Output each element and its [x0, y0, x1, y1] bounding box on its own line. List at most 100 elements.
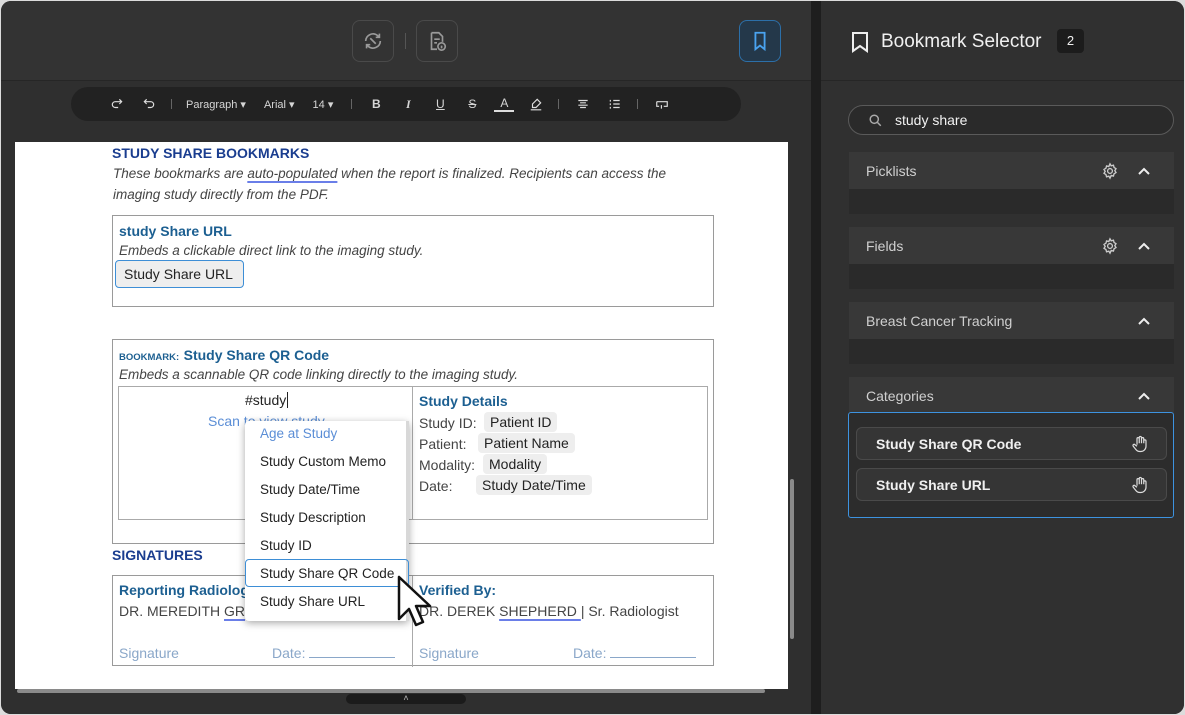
left-date-label: Date:	[272, 645, 396, 661]
intro-line-1: These bookmarks are auto-populated when …	[113, 166, 667, 181]
panel-title: Bookmark Selector	[881, 31, 1042, 52]
detail-label-patient: Patient:	[419, 436, 467, 452]
dropdown-item[interactable]: Study Custom Memo	[260, 454, 386, 469]
section-title: Categories	[866, 388, 934, 404]
list-icon[interactable]	[605, 93, 625, 115]
toolbar-divider	[171, 99, 172, 109]
bookmark-toggle-button[interactable]	[739, 20, 781, 62]
category-label: Study Share URL	[876, 477, 991, 493]
search-icon	[869, 114, 882, 127]
document-info-icon	[430, 31, 447, 51]
gear-icon[interactable]	[1101, 162, 1119, 180]
dropdown-item[interactable]: Age at Study	[260, 426, 337, 441]
drag-hand-icon[interactable]	[1131, 476, 1149, 494]
url-block-title: study Share URL	[119, 223, 232, 239]
sync-button[interactable]	[352, 20, 394, 62]
bookmark-icon	[754, 31, 766, 52]
section-picklists: Picklists	[849, 152, 1174, 214]
verified-by-name: DR. DEREK SHEPHERD | Sr. Radiologist	[419, 603, 679, 619]
highlight-icon[interactable]	[526, 93, 546, 115]
bookmark-search[interactable]	[848, 105, 1174, 135]
insert-field-icon[interactable]	[652, 93, 672, 115]
format-toolbar: Paragraph ▾ Arial ▾ 14 ▾ B I U S A	[71, 87, 741, 121]
undo-icon[interactable]	[139, 93, 159, 115]
horizontal-scrollbar[interactable]	[17, 689, 765, 693]
pane-divider[interactable]	[811, 1, 821, 714]
sync-off-icon	[364, 33, 382, 49]
section-title: Breast Cancer Tracking	[866, 313, 1013, 329]
chevron-up-icon[interactable]	[1137, 314, 1151, 328]
study-share-qr-block: BOOKMARK: Study Share QR Code Embeds a s…	[112, 339, 714, 544]
section-breast-cancer-tracking: Breast Cancer Tracking	[849, 302, 1174, 364]
detail-label-date: Date:	[419, 478, 453, 494]
expand-handle[interactable]: ˄	[346, 694, 466, 704]
bookmark-prefix: BOOKMARK:	[119, 352, 180, 363]
section-header[interactable]: Fields	[849, 227, 1174, 264]
right-date-label: Date:	[573, 645, 697, 661]
bookmark-icon	[852, 32, 868, 53]
dropdown-item-selected[interactable]: Study Share QR Code	[260, 566, 394, 581]
font-size-select[interactable]: 14 ▾	[313, 98, 334, 111]
category-item-study-share-url[interactable]: Study Share URL	[856, 468, 1167, 501]
dropdown-item[interactable]: Study Description	[260, 510, 366, 525]
dropdown-item[interactable]: Study Share URL	[260, 594, 365, 609]
detail-label-study-id: Study ID:	[419, 415, 477, 431]
gear-icon[interactable]	[1101, 237, 1119, 255]
vertical-scrollbar[interactable]	[790, 479, 794, 639]
align-center-icon[interactable]	[573, 93, 593, 115]
qr-block-title: Study Share QR Code	[183, 347, 330, 363]
bold-icon[interactable]: B	[366, 93, 386, 115]
document-info-button[interactable]	[416, 20, 458, 62]
study-details-cell: Study Details Study ID: Patient ID Patie…	[412, 386, 708, 520]
dropdown-item[interactable]: Study ID	[260, 538, 312, 553]
redo-icon[interactable]	[107, 93, 127, 115]
category-label: Study Share QR Code	[876, 436, 1022, 452]
font-family-select[interactable]: Arial ▾	[264, 98, 295, 111]
editor-top-bar	[1, 1, 811, 81]
typed-text[interactable]: #study	[245, 392, 289, 408]
drag-hand-icon[interactable]	[1131, 435, 1149, 453]
bookmark-autocomplete-dropdown: Age at Study Study Custom Memo Study Dat…	[245, 421, 409, 621]
mouse-cursor-icon	[397, 575, 432, 627]
chevron-up-icon[interactable]	[1137, 164, 1151, 178]
categories-list: Study Share QR Code Study Share URL	[848, 412, 1174, 518]
section-fields: Fields	[849, 227, 1174, 289]
panel-header: Bookmark Selector 2	[821, 1, 1184, 81]
study-date-time-chip[interactable]: Study Date/Time	[476, 475, 592, 495]
section-header[interactable]: Breast Cancer Tracking	[849, 302, 1174, 339]
study-share-url-block: study Share URL Embeds a clickable direc…	[112, 215, 714, 307]
bookmark-selector-panel: Bookmark Selector 2 Picklists Fields	[821, 1, 1184, 714]
paragraph-style-select[interactable]: Paragraph ▾	[186, 98, 246, 111]
section-title: Fields	[866, 238, 904, 254]
toolbar-divider	[558, 99, 560, 109]
patient-name-chip[interactable]: Patient Name	[478, 433, 575, 453]
editor-pane: Paragraph ▾ Arial ▾ 14 ▾ B I U S A STUDY…	[1, 1, 811, 714]
app-window: Paragraph ▾ Arial ▾ 14 ▾ B I U S A STUDY…	[1, 1, 1184, 714]
italic-icon[interactable]: I	[398, 93, 418, 115]
search-input[interactable]	[895, 112, 1155, 128]
signatures-title: SIGNATURES	[112, 547, 203, 563]
toolbar-divider	[351, 99, 353, 109]
bookmark-count-badge: 2	[1057, 29, 1084, 53]
dropdown-item[interactable]: Study Date/Time	[260, 482, 360, 497]
section-header[interactable]: Categories	[849, 377, 1174, 414]
patient-id-chip[interactable]: Patient ID	[484, 412, 558, 432]
left-signature-label: Signature	[119, 645, 179, 661]
detail-label-modality: Modality:	[419, 457, 476, 473]
right-signature-label: Signature	[419, 645, 479, 661]
underline-icon[interactable]: U	[430, 93, 450, 115]
study-share-url-chip[interactable]: Study Share URL	[115, 260, 244, 288]
toolbar-separator	[405, 33, 406, 49]
study-details-title: Study Details	[419, 393, 508, 409]
text-color-icon[interactable]: A	[494, 96, 515, 112]
section-header[interactable]: Picklists	[849, 152, 1174, 189]
chevron-up-icon[interactable]	[1137, 389, 1151, 403]
strikethrough-icon[interactable]: S	[462, 93, 482, 115]
qr-block-desc: Embeds a scannable QR code linking direc…	[119, 367, 518, 382]
qr-block-heading: BOOKMARK: Study Share QR Code	[119, 347, 329, 365]
modality-chip[interactable]: Modality	[483, 454, 548, 474]
category-item-study-share-qr-code[interactable]: Study Share QR Code	[856, 427, 1167, 460]
section-title: STUDY SHARE BOOKMARKS	[112, 145, 310, 161]
section-title: Picklists	[866, 163, 917, 179]
chevron-up-icon[interactable]	[1137, 239, 1151, 253]
